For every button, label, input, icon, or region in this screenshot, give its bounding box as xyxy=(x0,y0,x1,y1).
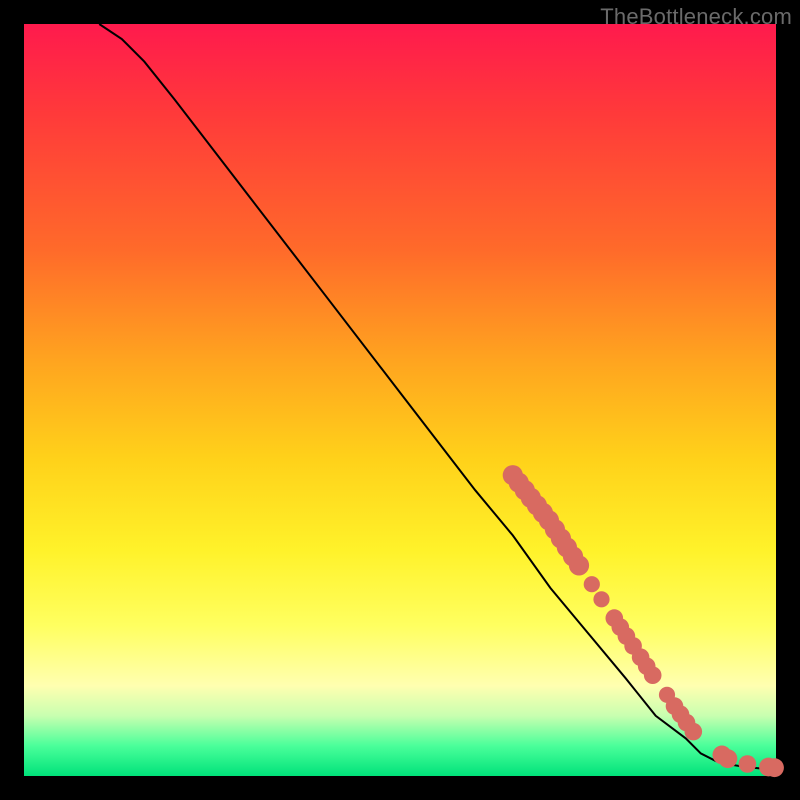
marker-layer xyxy=(503,465,784,777)
data-marker xyxy=(644,666,662,684)
data-marker xyxy=(584,576,600,592)
plot-area xyxy=(24,24,776,776)
data-marker xyxy=(593,591,609,607)
data-marker xyxy=(719,749,738,768)
chart-svg xyxy=(24,24,776,776)
chart-stage: TheBottleneck.com xyxy=(0,0,800,800)
data-marker xyxy=(569,555,589,575)
data-marker xyxy=(685,723,703,741)
curve-line xyxy=(99,24,776,769)
data-marker xyxy=(765,758,784,777)
data-marker xyxy=(739,755,757,773)
